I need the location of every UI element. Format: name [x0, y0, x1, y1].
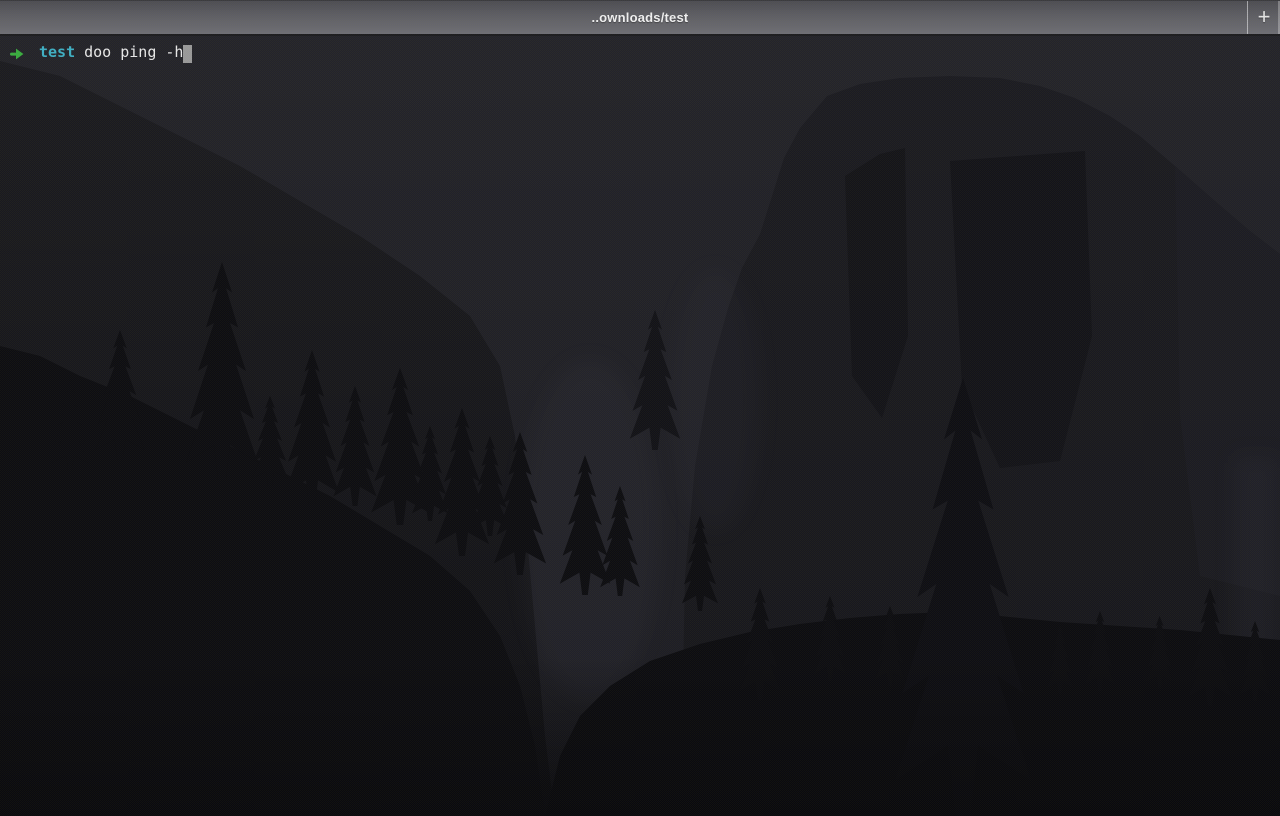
command-text: doo ping -h: [84, 43, 183, 62]
yosemite-wallpaper-image: [0, 36, 1280, 816]
prompt-arrow-icon: [10, 48, 24, 60]
prompt-line: test doo ping -h: [0, 36, 1280, 63]
block-cursor: [183, 45, 192, 63]
plus-icon: +: [1258, 6, 1271, 28]
new-tab-button[interactable]: +: [1247, 1, 1280, 34]
tab-bar[interactable]: ..ownloads/test +: [0, 0, 1280, 36]
terminal-screen[interactable]: test doo ping -h: [0, 36, 1280, 816]
terminal-window: ..ownloads/test +: [0, 0, 1280, 816]
prompt-directory: test: [39, 43, 75, 62]
tab-title[interactable]: ..ownloads/test: [592, 10, 689, 25]
